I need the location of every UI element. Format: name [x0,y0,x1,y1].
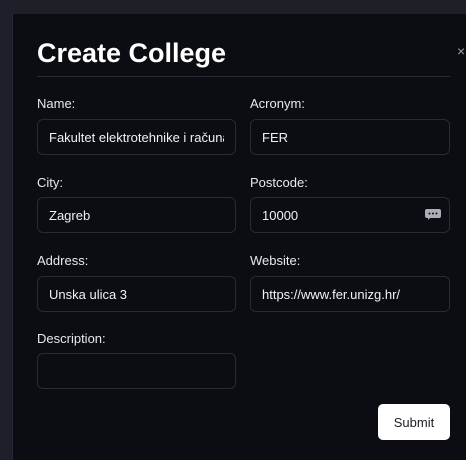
address-label: Address: [37,253,89,268]
name-label: Name: [37,96,76,111]
website-value: https://www.fer.unizg.hr/ [262,286,401,302]
create-college-modal: × [12,14,466,460]
chat-bubble-icon[interactable] [425,209,441,220]
postcode-label: Postcode: [250,175,308,190]
address-value: Unska ulica 3 [49,286,128,302]
city-label: City: [37,175,63,190]
address-input[interactable]: Unska ulica 3 [37,276,236,312]
submit-button[interactable]: Submit [378,404,450,440]
acronym-value: FER [262,129,288,145]
website-label: Website: [250,253,301,268]
name-value: Fakultet elektrotehnike i računar [49,129,224,145]
title-divider [37,76,450,77]
city-input[interactable]: Zagreb [37,197,236,233]
name-input[interactable]: Fakultet elektrotehnike i računar [37,119,236,155]
website-input[interactable]: https://www.fer.unizg.hr/ [250,276,450,312]
description-input[interactable] [37,353,236,389]
close-icon[interactable]: × [457,44,465,58]
acronym-input[interactable]: FER [250,119,450,155]
acronym-label: Acronym: [250,96,305,111]
description-label: Description: [37,331,106,346]
postcode-input[interactable]: 10000 [250,197,450,233]
modal-title: Create College [37,38,227,68]
postcode-value: 10000 [262,207,299,223]
city-value: Zagreb [49,207,91,223]
